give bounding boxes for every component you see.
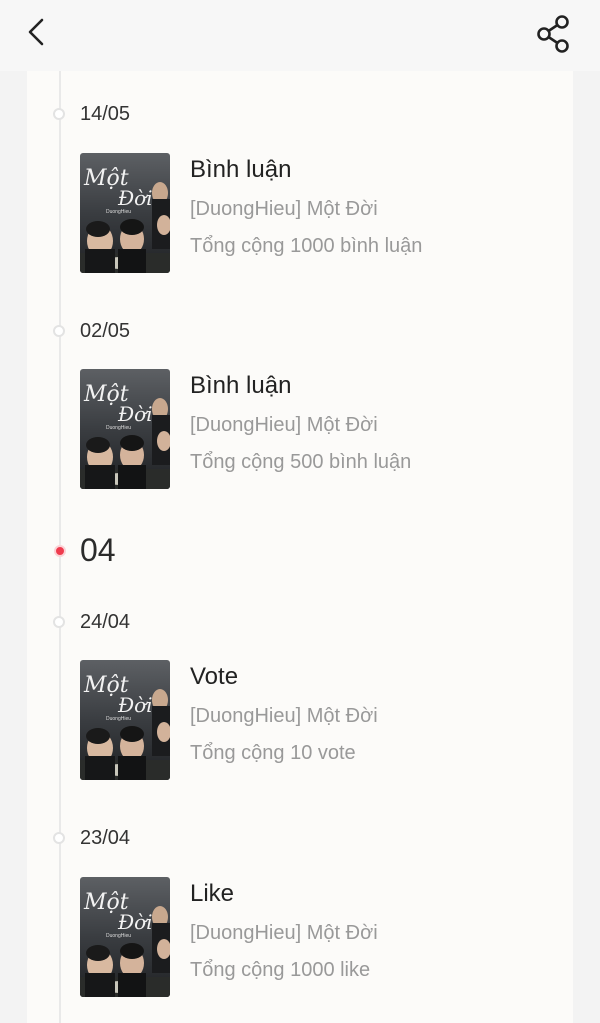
story-name: [DuongHieu] Một Đời xyxy=(190,414,378,436)
cover-author: DuongHieu xyxy=(106,425,131,431)
date-label: 02/05 xyxy=(80,320,131,342)
share-button[interactable] xyxy=(530,12,576,56)
timeline-card: 14/05 Một Đời DuongHieu Bình luận [Duong… xyxy=(27,71,573,1023)
date-label: 24/04 xyxy=(80,611,131,633)
story-name: [DuongHieu] Một Đời xyxy=(190,198,378,220)
activity-type: Like xyxy=(190,880,235,907)
activity-item[interactable]: Một Đời DuongHieu Bình luận [DuongHieu] … xyxy=(80,369,560,489)
activity-type: Vote xyxy=(190,663,239,690)
cover-title-line2: Đời xyxy=(117,186,153,210)
share-icon xyxy=(537,15,569,53)
activity-item[interactable]: Một Đời DuongHieu Bình luận [DuongHieu] … xyxy=(80,153,560,273)
timeline-dot xyxy=(53,325,65,337)
month-label: 04 xyxy=(80,532,116,568)
activity-total: Tổng cộng 1000 like xyxy=(190,959,371,981)
activity-total: Tổng cộng 500 bình luận xyxy=(190,451,412,473)
story-cover[interactable]: Một Đời DuongHieu xyxy=(80,153,170,273)
activity-item[interactable]: Một Đời DuongHieu Like [DuongHieu] Một Đ… xyxy=(80,877,560,997)
cover-author: DuongHieu xyxy=(106,209,131,215)
cover-title-line2: Đời xyxy=(117,402,153,426)
cover-title-line2: Đời xyxy=(117,910,153,934)
story-cover[interactable]: Một Đời DuongHieu xyxy=(80,369,170,489)
activity-type: Bình luận xyxy=(190,372,292,399)
chevron-left-icon xyxy=(28,18,44,46)
top-bar xyxy=(0,0,600,71)
date-label: 14/05 xyxy=(80,103,131,125)
activity-total: Tổng cộng 1000 bình luận xyxy=(190,235,423,257)
story-cover[interactable]: Một Đời DuongHieu xyxy=(80,877,170,997)
story-cover[interactable]: Một Đời DuongHieu xyxy=(80,660,170,780)
timeline-dot xyxy=(53,832,65,844)
back-button[interactable] xyxy=(18,12,58,52)
timeline-dot xyxy=(53,108,65,120)
cover-title-line2: Đời xyxy=(117,693,153,717)
activity-type: Bình luận xyxy=(190,156,292,183)
activity-item[interactable]: Một Đời DuongHieu Vote [DuongHieu] Một Đ… xyxy=(80,660,560,780)
activity-total: Tổng cộng 10 vote xyxy=(190,742,356,764)
timeline-dot xyxy=(53,616,65,628)
cover-author: DuongHieu xyxy=(106,716,131,722)
story-name: [DuongHieu] Một Đời xyxy=(190,922,378,944)
cover-author: DuongHieu xyxy=(106,933,131,939)
story-name: [DuongHieu] Một Đời xyxy=(190,705,378,727)
month-marker-dot xyxy=(54,545,66,557)
date-label: 23/04 xyxy=(80,827,131,849)
